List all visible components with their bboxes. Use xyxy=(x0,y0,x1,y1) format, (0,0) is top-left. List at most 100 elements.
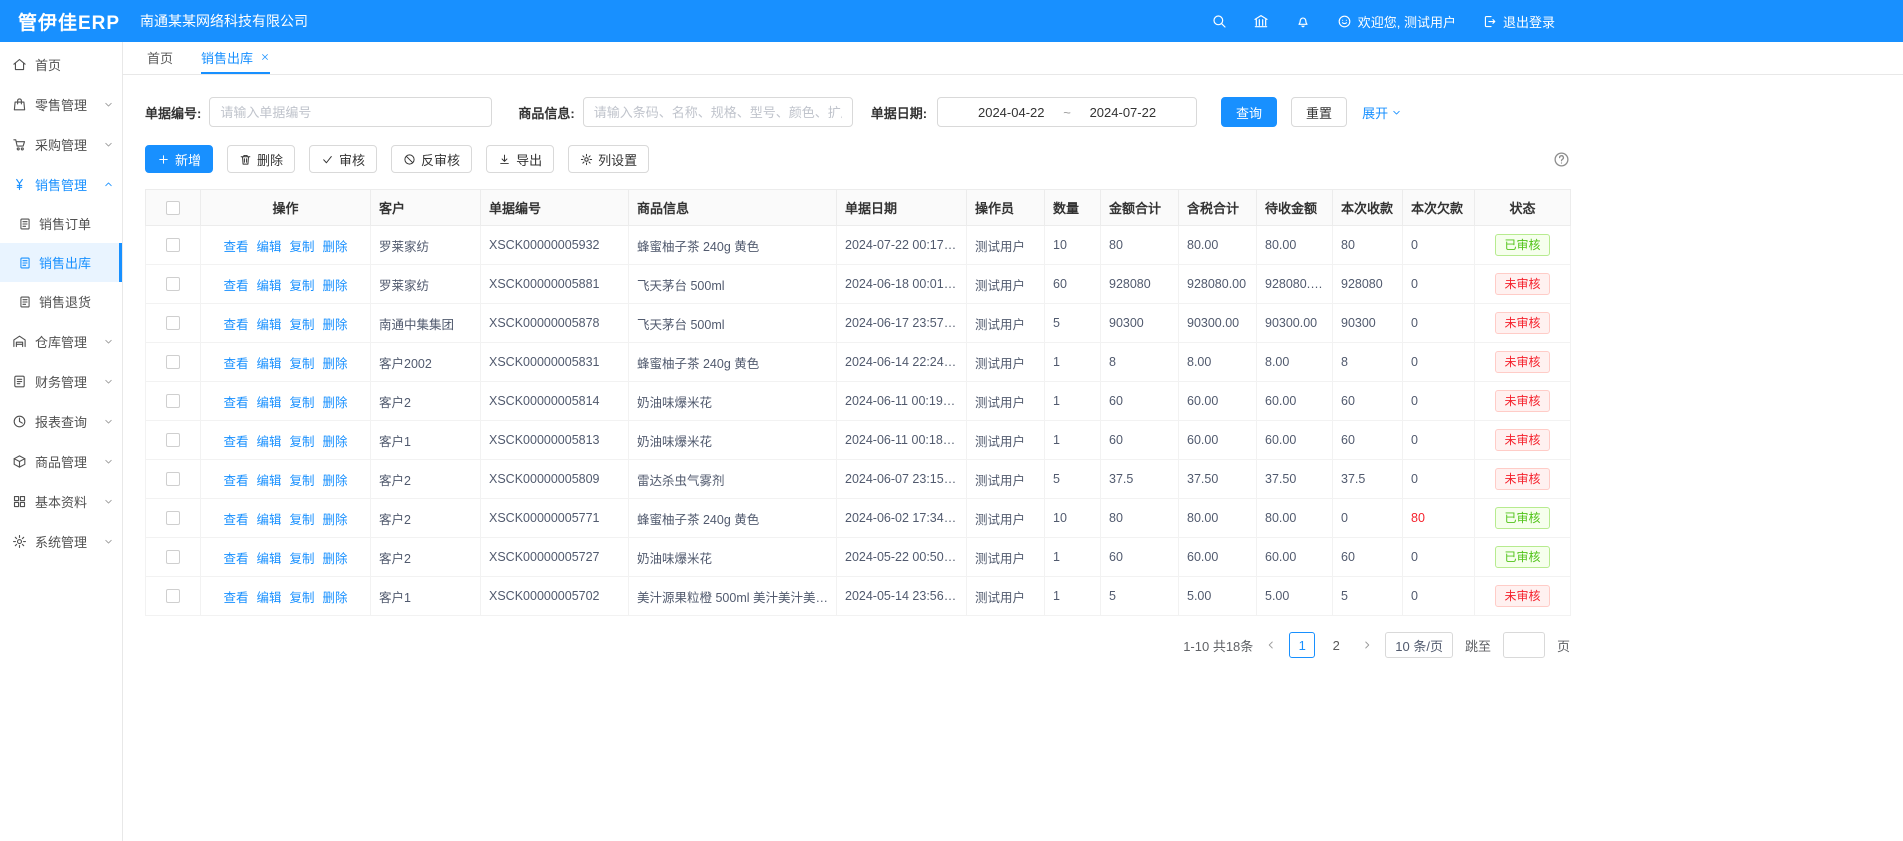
row-action-view[interactable]: 查看 xyxy=(223,591,248,605)
sidebar-item-home[interactable]: 首页 xyxy=(0,44,122,84)
sidebar-item-report[interactable]: 报表查询 xyxy=(0,401,122,441)
row-checkbox[interactable] xyxy=(166,277,180,291)
logout-icon xyxy=(1482,14,1497,29)
sidebar-item-purchase[interactable]: 采购管理 xyxy=(0,124,122,164)
row-checkbox[interactable] xyxy=(166,511,180,525)
add-button[interactable]: 新增 xyxy=(145,145,213,173)
sidebar-item-finance[interactable]: 财务管理 xyxy=(0,361,122,401)
row-action-delete[interactable]: 删除 xyxy=(323,396,348,410)
status-badge: 未审核 xyxy=(1495,390,1549,413)
cell-qty: 1 xyxy=(1045,577,1101,616)
sidebar-item-retail[interactable]: 零售管理 xyxy=(0,84,122,124)
row-action-copy[interactable]: 复制 xyxy=(290,591,315,605)
unaudit-button[interactable]: 反审核 xyxy=(391,145,472,173)
row-checkbox[interactable] xyxy=(166,355,180,369)
row-action-delete[interactable]: 删除 xyxy=(323,279,348,293)
date-from-input[interactable] xyxy=(963,105,1059,120)
page-jump-input[interactable] xyxy=(1503,632,1545,658)
app-logo[interactable]: 管伊佳ERP xyxy=(18,8,124,35)
row-action-copy[interactable]: 复制 xyxy=(290,318,315,332)
row-checkbox[interactable] xyxy=(166,316,180,330)
row-checkbox[interactable] xyxy=(166,433,180,447)
select-all-checkbox[interactable] xyxy=(166,201,180,215)
sidebar-subitem-sales-return[interactable]: 销售退货 xyxy=(0,282,122,321)
row-action-delete[interactable]: 删除 xyxy=(323,240,348,254)
tab-sales-outbound[interactable]: 销售出库 xyxy=(201,42,270,74)
export-button[interactable]: 导出 xyxy=(486,145,554,173)
sidebar-item-system[interactable]: 系统管理 xyxy=(0,521,122,561)
row-action-view[interactable]: 查看 xyxy=(223,240,248,254)
sidebar-item-goods[interactable]: 商品管理 xyxy=(0,441,122,481)
row-action-view[interactable]: 查看 xyxy=(223,474,248,488)
row-action-edit[interactable]: 编辑 xyxy=(256,279,281,293)
row-action-copy[interactable]: 复制 xyxy=(290,240,315,254)
row-action-view[interactable]: 查看 xyxy=(223,396,248,410)
reset-button[interactable]: 重置 xyxy=(1291,97,1347,127)
row-action-view[interactable]: 查看 xyxy=(223,513,248,527)
search-icon[interactable] xyxy=(1211,13,1227,29)
prev-page-button[interactable] xyxy=(1265,639,1277,651)
next-page-button[interactable] xyxy=(1361,639,1373,651)
row-action-view[interactable]: 查看 xyxy=(223,318,248,332)
sidebar-item-sales[interactable]: 销售管理 xyxy=(0,164,122,204)
product-info-input[interactable] xyxy=(583,97,853,127)
tab-home[interactable]: 首页 xyxy=(147,42,173,74)
bell-icon[interactable] xyxy=(1295,13,1311,29)
page-button-1[interactable]: 1 xyxy=(1289,632,1315,658)
logout-button[interactable]: 退出登录 xyxy=(1482,12,1555,31)
date-to-input[interactable] xyxy=(1075,105,1171,120)
row-action-edit[interactable]: 编辑 xyxy=(256,435,281,449)
row-action-copy[interactable]: 复制 xyxy=(290,513,315,527)
row-action-delete[interactable]: 删除 xyxy=(323,591,348,605)
row-action-copy[interactable]: 复制 xyxy=(290,279,315,293)
help-icon[interactable] xyxy=(1553,151,1570,168)
close-icon[interactable] xyxy=(260,52,270,62)
row-action-copy[interactable]: 复制 xyxy=(290,474,315,488)
row-action-edit[interactable]: 编辑 xyxy=(256,357,281,371)
row-action-delete[interactable]: 删除 xyxy=(323,318,348,332)
query-button[interactable]: 查询 xyxy=(1221,97,1277,127)
page-size-select[interactable]: 10 条/页 xyxy=(1385,632,1453,658)
delete-button[interactable]: 删除 xyxy=(227,145,295,173)
row-checkbox[interactable] xyxy=(166,394,180,408)
audit-button[interactable]: 审核 xyxy=(309,145,377,173)
sidebar-item-basic-data[interactable]: 基本资料 xyxy=(0,481,122,521)
row-action-view[interactable]: 查看 xyxy=(223,552,248,566)
expand-toggle[interactable]: 展开 xyxy=(1362,103,1402,122)
column-settings-button[interactable]: 列设置 xyxy=(568,145,649,173)
row-action-copy[interactable]: 复制 xyxy=(290,396,315,410)
row-action-edit[interactable]: 编辑 xyxy=(256,474,281,488)
row-action-view[interactable]: 查看 xyxy=(223,435,248,449)
row-action-copy[interactable]: 复制 xyxy=(290,552,315,566)
row-checkbox[interactable] xyxy=(166,550,180,564)
row-checkbox[interactable] xyxy=(166,238,180,252)
cell-payment: 80 xyxy=(1333,226,1403,265)
row-action-delete[interactable]: 删除 xyxy=(323,435,348,449)
sidebar-item-warehouse[interactable]: 仓库管理 xyxy=(0,321,122,361)
row-action-delete[interactable]: 删除 xyxy=(323,513,348,527)
row-action-edit[interactable]: 编辑 xyxy=(256,591,281,605)
row-action-edit[interactable]: 编辑 xyxy=(256,513,281,527)
row-action-edit[interactable]: 编辑 xyxy=(256,318,281,332)
sidebar-subitem-sales-order[interactable]: 销售订单 xyxy=(0,204,122,243)
row-action-edit[interactable]: 编辑 xyxy=(256,396,281,410)
sidebar-subitem-sales-outbound[interactable]: 销售出库 xyxy=(0,243,122,282)
row-action-copy[interactable]: 复制 xyxy=(290,435,315,449)
page-button-2[interactable]: 2 xyxy=(1323,632,1349,658)
row-checkbox[interactable] xyxy=(166,472,180,486)
row-action-delete[interactable]: 删除 xyxy=(323,357,348,371)
row-checkbox[interactable] xyxy=(166,589,180,603)
row-action-view[interactable]: 查看 xyxy=(223,357,248,371)
date-range-picker[interactable]: ~ xyxy=(937,97,1197,127)
row-action-view[interactable]: 查看 xyxy=(223,279,248,293)
column-header-1: 客户 xyxy=(371,190,481,226)
user-menu[interactable]: 欢迎您, 测试用户 xyxy=(1337,12,1456,31)
row-action-copy[interactable]: 复制 xyxy=(290,357,315,371)
row-action-edit[interactable]: 编辑 xyxy=(256,240,281,254)
row-action-delete[interactable]: 删除 xyxy=(323,552,348,566)
row-action-delete[interactable]: 删除 xyxy=(323,474,348,488)
table-row: 查看编辑复制删除罗莱家纺XSCK00000005881飞天茅台 500ml202… xyxy=(146,265,1571,304)
row-action-edit[interactable]: 编辑 xyxy=(256,552,281,566)
doc-no-input[interactable] xyxy=(209,97,492,127)
nav-home-icon[interactable] xyxy=(1253,13,1269,29)
